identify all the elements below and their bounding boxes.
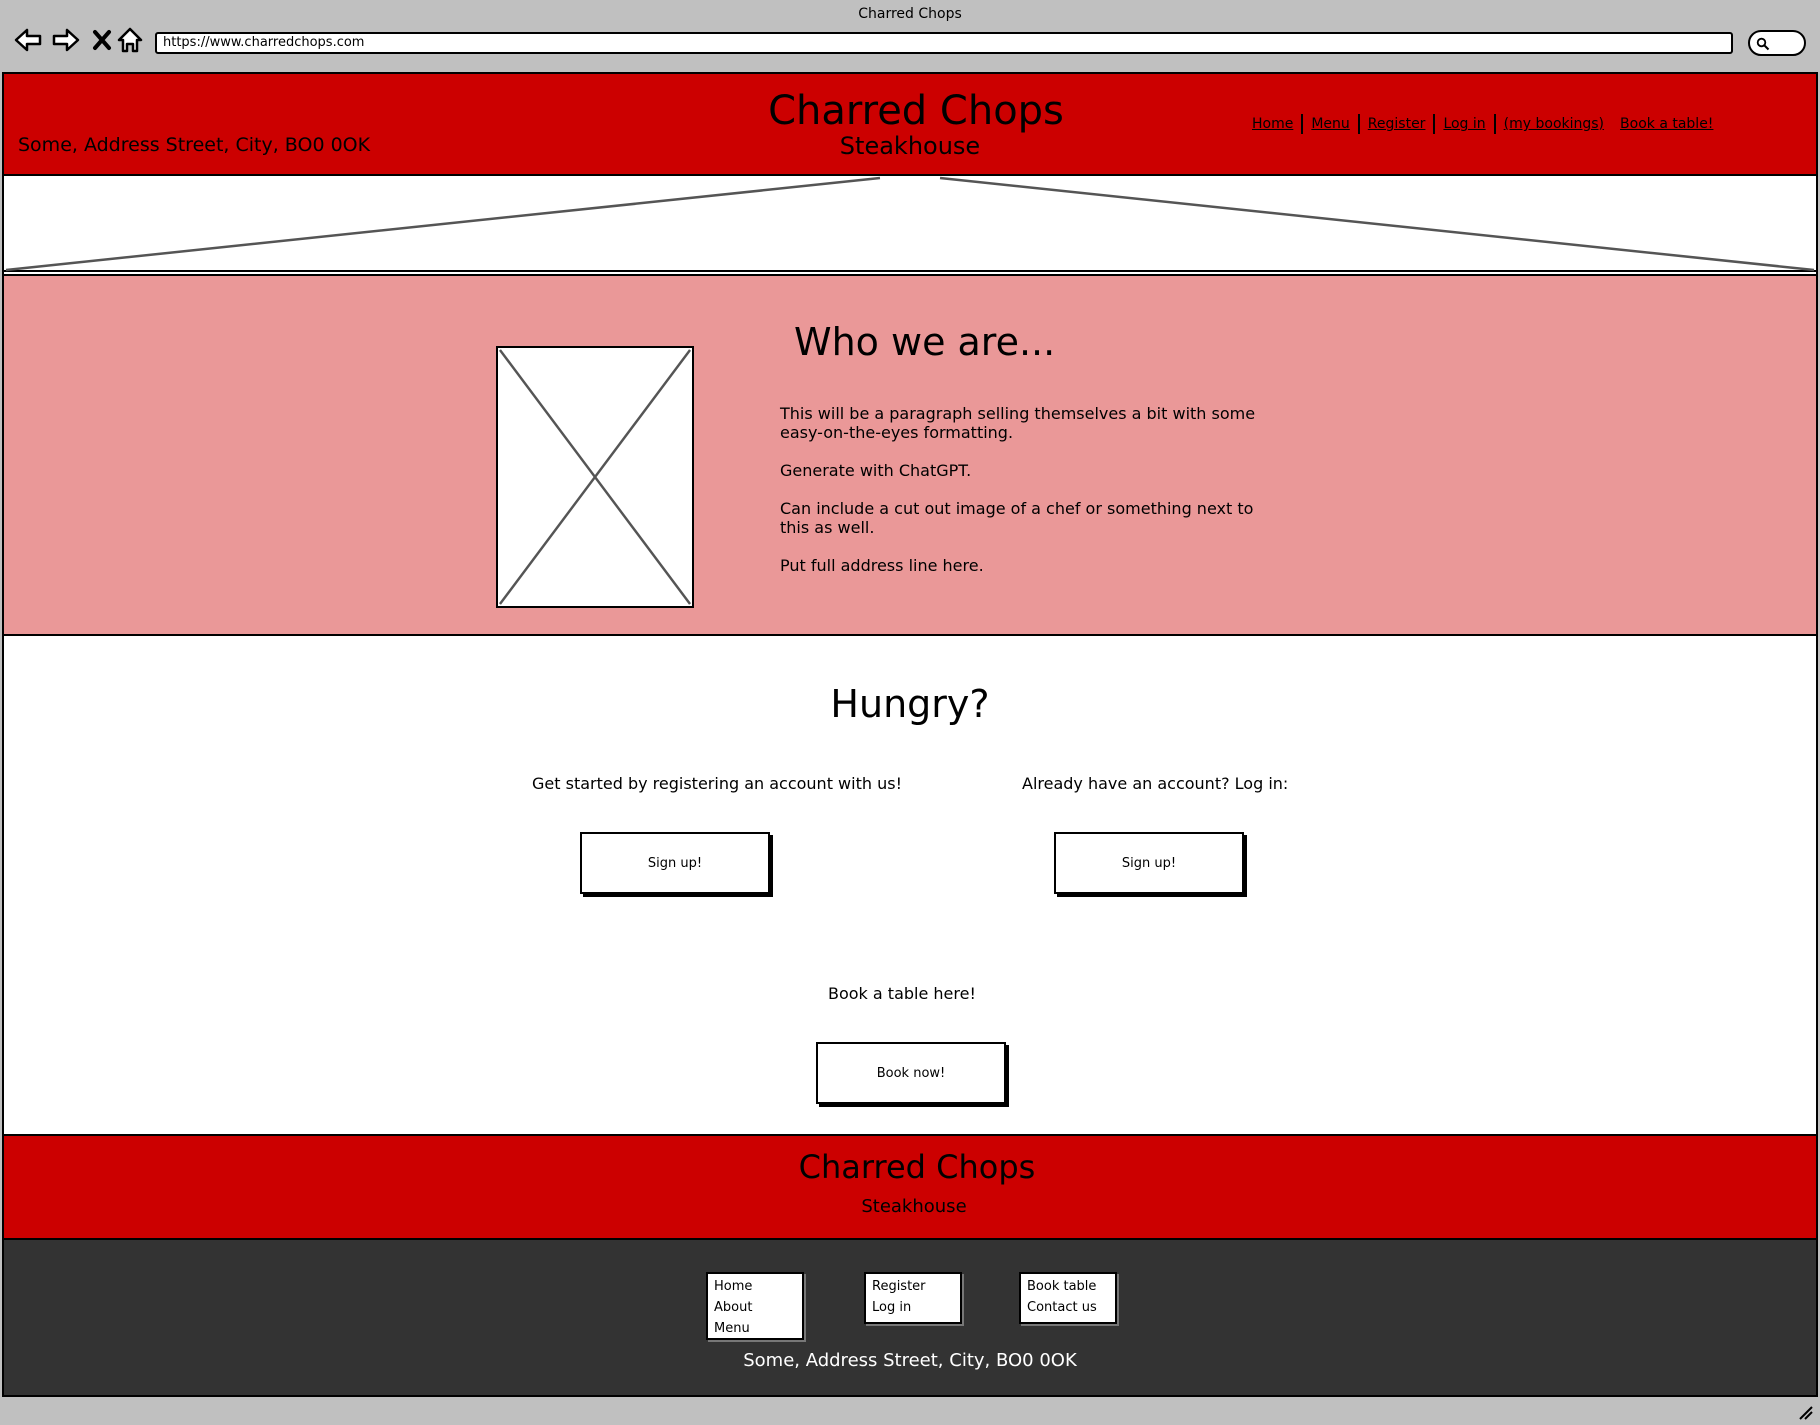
footer-links-area: Home About Menu Register Log in Book tab…	[4, 1240, 1816, 1395]
arrow-left-icon	[14, 28, 42, 52]
nav-register[interactable]: Register	[1360, 114, 1436, 134]
web-page: Some, Address Street, City, BO0 0OK Char…	[2, 72, 1818, 1397]
nav-menu[interactable]: Menu	[1303, 114, 1360, 134]
book-prompt: Book a table here!	[828, 984, 976, 1003]
hero-image-placeholder	[4, 176, 1816, 272]
about-section: Who we are... This will be a paragraph s…	[4, 274, 1816, 636]
arrow-right-icon	[52, 28, 80, 52]
book-now-button[interactable]: Book now!	[816, 1042, 1006, 1104]
url-input[interactable]: https://www.charredchops.com	[155, 32, 1733, 54]
resize-grip-icon[interactable]	[1796, 1403, 1814, 1421]
brand-subtitle: Steakhouse	[839, 132, 981, 160]
browser-search[interactable]	[1748, 30, 1806, 56]
about-paragraph: Put full address line here.	[780, 556, 984, 575]
home-button[interactable]	[114, 24, 146, 56]
home-icon	[117, 27, 143, 53]
image-placeholder-icon	[498, 349, 692, 605]
site-header: Some, Address Street, City, BO0 0OK Char…	[4, 74, 1816, 176]
footer-link-menu[interactable]: Menu	[714, 1318, 796, 1339]
footer-address: Some, Address Street, City, BO0 0OK	[743, 1350, 1077, 1371]
close-icon	[93, 30, 111, 50]
nav-home[interactable]: Home	[1244, 114, 1304, 134]
footer-title: Charred Chops	[798, 1148, 1036, 1186]
about-paragraph: This will be a paragraph selling themsel…	[780, 404, 1256, 442]
nav-book-table[interactable]: Book a table!	[1612, 114, 1721, 134]
browser-toolbar: https://www.charredchops.com	[0, 22, 1820, 72]
status-bar	[0, 1397, 1820, 1425]
footer-link-about[interactable]: About	[714, 1297, 796, 1318]
footer-link-contact[interactable]: Contact us	[1027, 1297, 1109, 1318]
footer-links-col1: Home About Menu	[706, 1272, 804, 1340]
register-prompt: Get started by registering an account wi…	[532, 774, 902, 793]
footer-link-book-table[interactable]: Book table	[1027, 1276, 1109, 1297]
about-paragraph: Generate with ChatGPT.	[780, 461, 972, 480]
forward-button[interactable]	[50, 24, 82, 56]
about-title: Who we are...	[794, 320, 1056, 364]
footer-link-register[interactable]: Register	[872, 1276, 954, 1297]
footer-brand: Charred Chops Steakhouse	[4, 1134, 1816, 1240]
hungry-title: Hungry?	[830, 682, 990, 726]
about-text: This will be a paragraph selling themsel…	[780, 404, 1260, 594]
search-icon	[1756, 37, 1770, 51]
footer-links-col2: Register Log in	[864, 1272, 962, 1324]
footer-link-login[interactable]: Log in	[872, 1297, 954, 1318]
main-nav: Home Menu Register Log in (my bookings) …	[1244, 114, 1721, 134]
footer-subtitle: Steakhouse	[861, 1196, 967, 1217]
about-image-placeholder	[496, 346, 694, 608]
nav-login[interactable]: Log in	[1435, 114, 1496, 134]
footer-link-home[interactable]: Home	[714, 1276, 796, 1297]
register-signup-button[interactable]: Sign up!	[580, 832, 770, 894]
login-button[interactable]: Sign up!	[1054, 832, 1244, 894]
nav-my-bookings[interactable]: (my bookings)	[1496, 114, 1612, 134]
login-prompt: Already have an account? Log in:	[1022, 774, 1289, 793]
image-placeholder-icon	[5, 176, 1815, 272]
back-button[interactable]	[12, 24, 44, 56]
about-paragraph: Can include a cut out image of a chef or…	[780, 499, 1254, 537]
footer-links-col3: Book table Contact us	[1019, 1272, 1117, 1324]
